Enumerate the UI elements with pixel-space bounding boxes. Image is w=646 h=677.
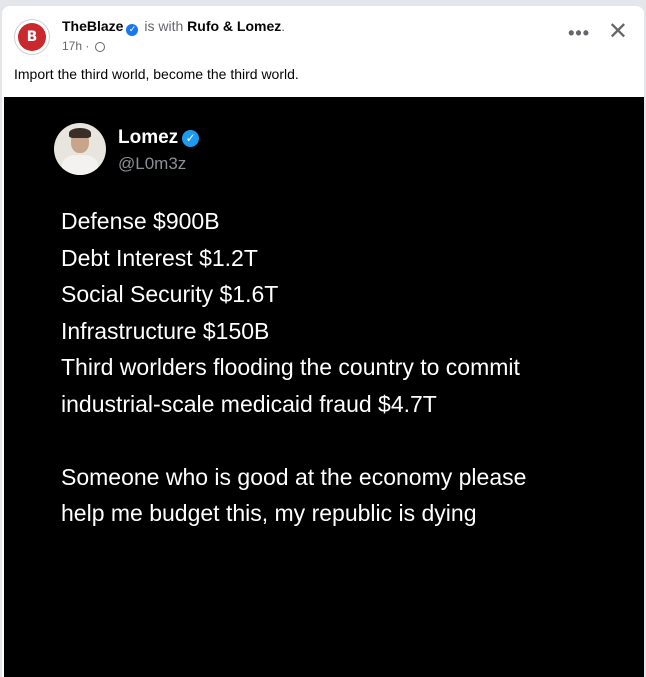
more-options-icon[interactable]: ••• bbox=[568, 24, 590, 42]
tweet-line: Social Security $1.6T bbox=[61, 281, 279, 307]
timestamp-link[interactable]: 17h bbox=[62, 39, 82, 53]
theblaze-logo-icon: B bbox=[18, 23, 46, 51]
tagged-link[interactable]: Rufo & Lomez bbox=[187, 18, 281, 34]
post-header: B TheBlaze ✓ is with Rufo & Lomez. 17h · … bbox=[14, 16, 632, 56]
tweet-line: Infrastructure $150B bbox=[61, 317, 270, 344]
post-author-line: TheBlaze ✓ is with Rufo & Lomez. bbox=[62, 18, 285, 36]
post-card: B TheBlaze ✓ is with Rufo & Lomez. 17h · … bbox=[2, 6, 644, 677]
verified-badge-icon: ✓ bbox=[182, 130, 200, 147]
verified-badge-icon: ✓ bbox=[126, 24, 139, 36]
tweet-line: Debt Interest $1.2T bbox=[61, 244, 258, 271]
tweet-body: Defense $900B Debt Interest $1.2T Social… bbox=[61, 203, 621, 532]
tweet-name-text: Lomez bbox=[118, 127, 179, 148]
post-meta: 17h · bbox=[62, 39, 105, 53]
with-text: is with bbox=[144, 18, 184, 34]
tweet-line: Third worlders flooding the country to c… bbox=[61, 354, 520, 380]
close-icon[interactable]: ✕ bbox=[608, 19, 628, 45]
tweet-handle: @L0m3z bbox=[118, 154, 187, 173]
tweet-line: Someone who is good at the economy pleas… bbox=[61, 463, 527, 490]
tweet-line: help me budget this, my republic is dyin… bbox=[61, 500, 477, 526]
tweet-author-name: Lomez ✓ bbox=[118, 127, 200, 149]
page-name-link[interactable]: TheBlaze bbox=[62, 18, 123, 34]
tweet-avatar bbox=[54, 123, 106, 175]
post-image[interactable]: Lomez ✓ @L0m3z Defense $900B Debt Interes… bbox=[4, 97, 644, 677]
post-caption: Import the third world, become the third… bbox=[14, 66, 299, 82]
globe-icon bbox=[94, 42, 105, 52]
tweet-line: industrial-scale medicaid fraud $4.7T bbox=[61, 390, 437, 417]
tweet-line: Defense $900B bbox=[61, 208, 220, 234]
period-text: . bbox=[281, 18, 286, 34]
page-avatar[interactable]: B bbox=[14, 19, 50, 55]
